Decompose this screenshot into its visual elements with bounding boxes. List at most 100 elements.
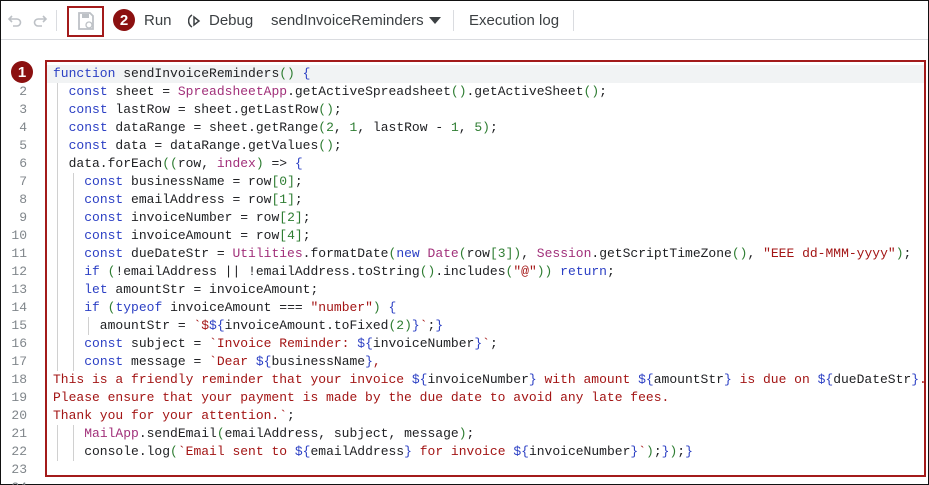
code-line[interactable]: const message = `Dear ${businessName}, <box>47 353 924 371</box>
code-line[interactable]: const dueDateStr = Utilities.formatDate (… <box>47 245 924 263</box>
code-token: const <box>84 210 124 225</box>
code-token: const <box>84 228 124 243</box>
indent-guide <box>72 281 74 299</box>
code-token: dataRange = sheet.getRange <box>107 120 319 135</box>
code-line[interactable]: function sendInvoiceReminders() { <box>47 65 924 83</box>
code-token: ${ <box>294 444 311 459</box>
code-token: ( <box>170 444 178 459</box>
indent-guide <box>72 227 74 245</box>
code-line[interactable]: MailApp.sendEmail(emailAddress, subject,… <box>47 425 924 443</box>
code-token: Please ensure that your payment is made … <box>53 390 670 405</box>
code-line[interactable]: const businessName = row[0]; <box>47 173 924 191</box>
code-token: ${ <box>817 372 834 387</box>
code-line[interactable]: const dataRange = sheet.getRange(2, 1, l… <box>47 119 924 137</box>
code-line[interactable]: let amountStr = invoiceAmount; <box>47 281 924 299</box>
code-token: message = <box>123 354 210 369</box>
code-token: ; <box>489 120 498 135</box>
code-token: data.forEach <box>53 156 163 171</box>
code-token: ( <box>216 426 225 441</box>
indent-guide <box>57 299 58 317</box>
execution-log-button[interactable]: Execution log <box>469 1 559 40</box>
code-token: ` <box>482 336 490 351</box>
code-token: .formatDate <box>302 246 389 261</box>
code-token: `Email sent to <box>177 444 295 459</box>
code-token: ${ <box>638 372 654 387</box>
code-line[interactable]: if (!emailAddress || !emailAddress.toStr… <box>47 263 924 281</box>
code-line[interactable]: Thank you for your attention.`; <box>47 407 924 425</box>
code-token: () <box>279 66 295 81</box>
code-token: emailAddress = row <box>123 192 272 207</box>
code-token: ) <box>482 120 490 135</box>
indent-guide <box>57 443 58 461</box>
indent-guide <box>57 263 58 281</box>
code-line[interactable]: const sheet = SpreadsheetApp.getActiveSp… <box>47 83 924 101</box>
code-line[interactable]: const subject = `Invoice Reminder: ${inv… <box>47 335 924 353</box>
code-line[interactable]: Please ensure that your payment is made … <box>47 389 924 407</box>
code-line[interactable]: const emailAddress = row[1]; <box>47 191 924 209</box>
code-token: sheet = <box>107 84 178 99</box>
code-token: ; <box>333 102 342 117</box>
code-line[interactable]: const invoiceNumber = row[2]; <box>47 209 924 227</box>
code-token: is due on <box>731 372 818 387</box>
indent-guide <box>57 227 58 245</box>
indent-guide <box>57 209 58 227</box>
code-line[interactable]: if (typeof invoiceAmount === "number") { <box>47 299 924 317</box>
line-number: 18 <box>11 372 27 387</box>
undo-button[interactable] <box>7 1 23 40</box>
function-select[interactable]: sendInvoiceReminders <box>271 1 441 40</box>
code-token: emailAddress <box>310 444 405 459</box>
code-token: const <box>84 336 124 351</box>
code-token: , <box>521 246 537 261</box>
code-line[interactable]: amountStr = `$${invoiceAmount.toFixed(2)… <box>47 317 924 335</box>
code-token: 2 <box>326 120 334 135</box>
code-token: row, <box>177 156 217 171</box>
indent-guide <box>72 317 74 335</box>
line-number: 13 <box>11 282 27 297</box>
redo-button[interactable] <box>32 1 48 40</box>
code-line[interactable]: data.forEach((row, index) => { <box>47 155 924 173</box>
code-token: ; <box>294 192 303 207</box>
code-token: if <box>84 264 100 279</box>
run-button[interactable]: Run <box>144 1 172 40</box>
code-token: { <box>294 156 303 171</box>
code-line[interactable]: const data = dataRange.getValues(); <box>47 137 924 155</box>
indent-guide <box>57 353 58 371</box>
code-editor[interactable]: function sendInvoiceReminders() { const … <box>47 65 927 485</box>
code-token: lastRow = sheet.getLastRow <box>107 102 319 117</box>
code-token: businessName = row <box>123 174 272 189</box>
code-token: const <box>68 102 108 117</box>
indent-guide <box>72 335 74 353</box>
code-line[interactable] <box>47 479 924 485</box>
code-token: ${ <box>411 372 428 387</box>
line-number: 11 <box>11 246 27 261</box>
code-token: This is a friendly reminder that your in… <box>53 372 412 387</box>
debug-button[interactable]: Debug <box>188 1 253 40</box>
code-token: } <box>528 372 537 387</box>
code-token: new <box>396 246 420 261</box>
code-line[interactable] <box>47 461 924 479</box>
code-token: () <box>731 246 748 261</box>
code-token: ( <box>458 246 467 261</box>
code-token: ] <box>294 210 303 225</box>
code-token: [ <box>279 228 288 243</box>
code-token: => <box>263 156 295 171</box>
code-token: } <box>404 444 412 459</box>
code-line[interactable]: console.log(`Email sent to ${emailAddres… <box>47 443 924 461</box>
code-token: { <box>388 300 397 315</box>
save-button[interactable] <box>77 1 95 40</box>
code-line[interactable]: const lastRow = sheet.getLastRow(); <box>47 101 924 119</box>
line-number: 19 <box>11 390 27 405</box>
line-number: 10 <box>11 228 27 243</box>
code-line[interactable]: This is a friendly reminder that your in… <box>47 371 927 389</box>
code-token: ${ <box>255 354 272 369</box>
indent-guide <box>57 155 58 173</box>
annotation-badge-2: 2 <box>113 9 135 31</box>
code-token: let <box>84 282 108 297</box>
code-token: invoiceNumber = row <box>123 210 280 225</box>
line-number: 21 <box>11 426 27 441</box>
code-token: ; <box>599 84 607 99</box>
code-token: ${ <box>513 444 529 459</box>
code-line[interactable]: const invoiceAmount = row[4]; <box>47 227 924 245</box>
